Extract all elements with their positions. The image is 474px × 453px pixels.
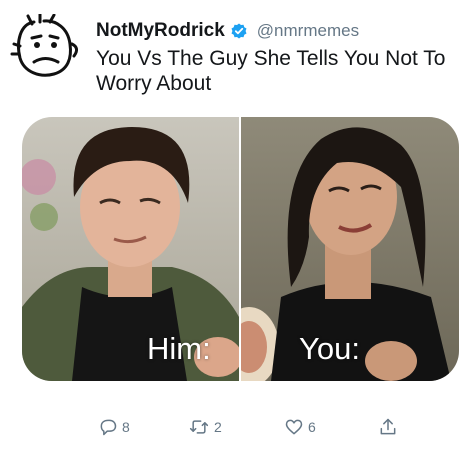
tweet-text: You Vs The Guy She Tells You Not To Worr… [96, 47, 446, 95]
cartoon-face-avatar-icon [10, 12, 79, 77]
tweet-header: NotMyRodrick @nmrmemes [96, 18, 359, 44]
retweet-count: 2 [214, 419, 222, 435]
tweet-actions: 8 2 6 [0, 417, 474, 447]
retweet-icon [189, 420, 209, 434]
tweet-media[interactable]: Him: You: [22, 117, 459, 381]
reply-count: 8 [122, 419, 130, 435]
like-button[interactable]: 6 [284, 417, 316, 437]
avatar[interactable] [10, 12, 84, 86]
meme-panel-him: Him: [22, 117, 239, 381]
reply-icon [100, 419, 117, 436]
display-name[interactable]: NotMyRodrick [96, 20, 225, 42]
caption-him: Him: [147, 331, 211, 366]
retweet-button[interactable]: 2 [188, 417, 222, 437]
heart-icon [285, 419, 303, 435]
share-button[interactable] [378, 417, 398, 437]
reply-button[interactable]: 8 [98, 417, 130, 437]
verified-badge-icon [231, 23, 247, 39]
meme-panel-you: You: [241, 117, 459, 381]
share-icon [380, 418, 396, 435]
user-handle[interactable]: @nmrmemes [257, 21, 359, 41]
like-count: 6 [308, 419, 316, 435]
caption-you: You: [299, 331, 360, 366]
tweet: NotMyRodrick @nmrmemes You Vs The Guy Sh… [0, 0, 474, 453]
